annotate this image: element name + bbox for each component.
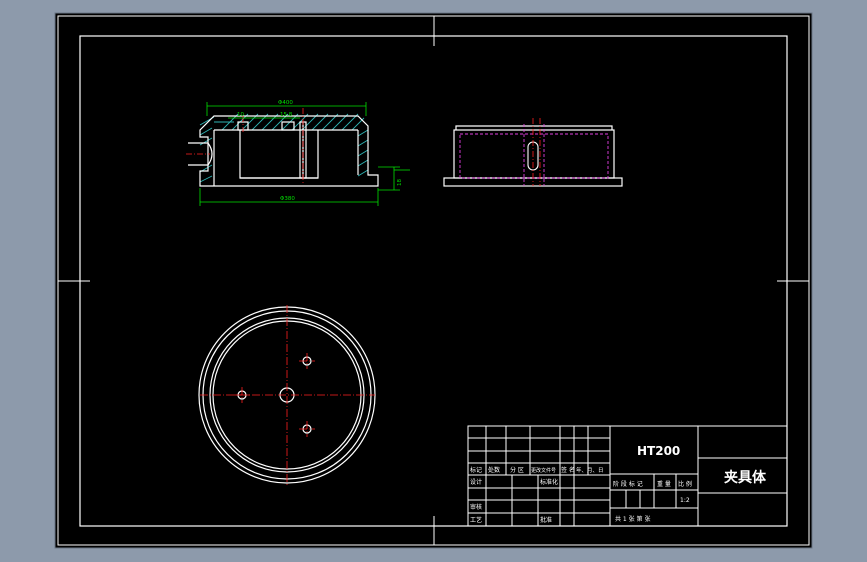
tb-process: 工艺 <box>470 516 482 524</box>
tb-header-5: 年、月、日 <box>576 466 604 474</box>
tb-header-1: 处数 <box>488 466 500 474</box>
tb-header-3: 更改文件号 <box>531 467 556 474</box>
tb-weight-label: 重 量 <box>657 480 671 488</box>
tb-part-name: 夹具体 <box>724 469 767 486</box>
tb-scale-value: 1:2 <box>680 497 690 504</box>
dim-bottom-width: Φ380 <box>280 196 295 202</box>
dim-small-right: 15.8 <box>280 112 293 118</box>
cad-viewport[interactable]: Φ400 10 15.8 Φ380 18 标记 处数 分 区 更改文件号 签 名… <box>0 0 867 562</box>
dim-height: 18 <box>397 179 403 186</box>
tb-approve: 批准 <box>540 516 552 524</box>
tb-header-0: 标记 <box>470 466 482 474</box>
tb-sheet-text: 共 1 张 第 张 <box>615 515 650 523</box>
tb-header-4: 签 名 <box>561 466 575 474</box>
tb-stage-label: 阶 段 标 记 <box>613 480 643 488</box>
tb-scale-label: 比 例 <box>678 480 692 488</box>
tb-header-2: 分 区 <box>510 466 524 474</box>
tb-design: 设计 <box>470 478 482 486</box>
dim-small-left: 10 <box>237 112 244 118</box>
tb-material: HT200 <box>637 444 680 458</box>
tb-standardize: 标准化 <box>540 478 558 486</box>
dim-top-width: Φ400 <box>278 100 293 106</box>
tb-review: 审核 <box>470 503 482 511</box>
